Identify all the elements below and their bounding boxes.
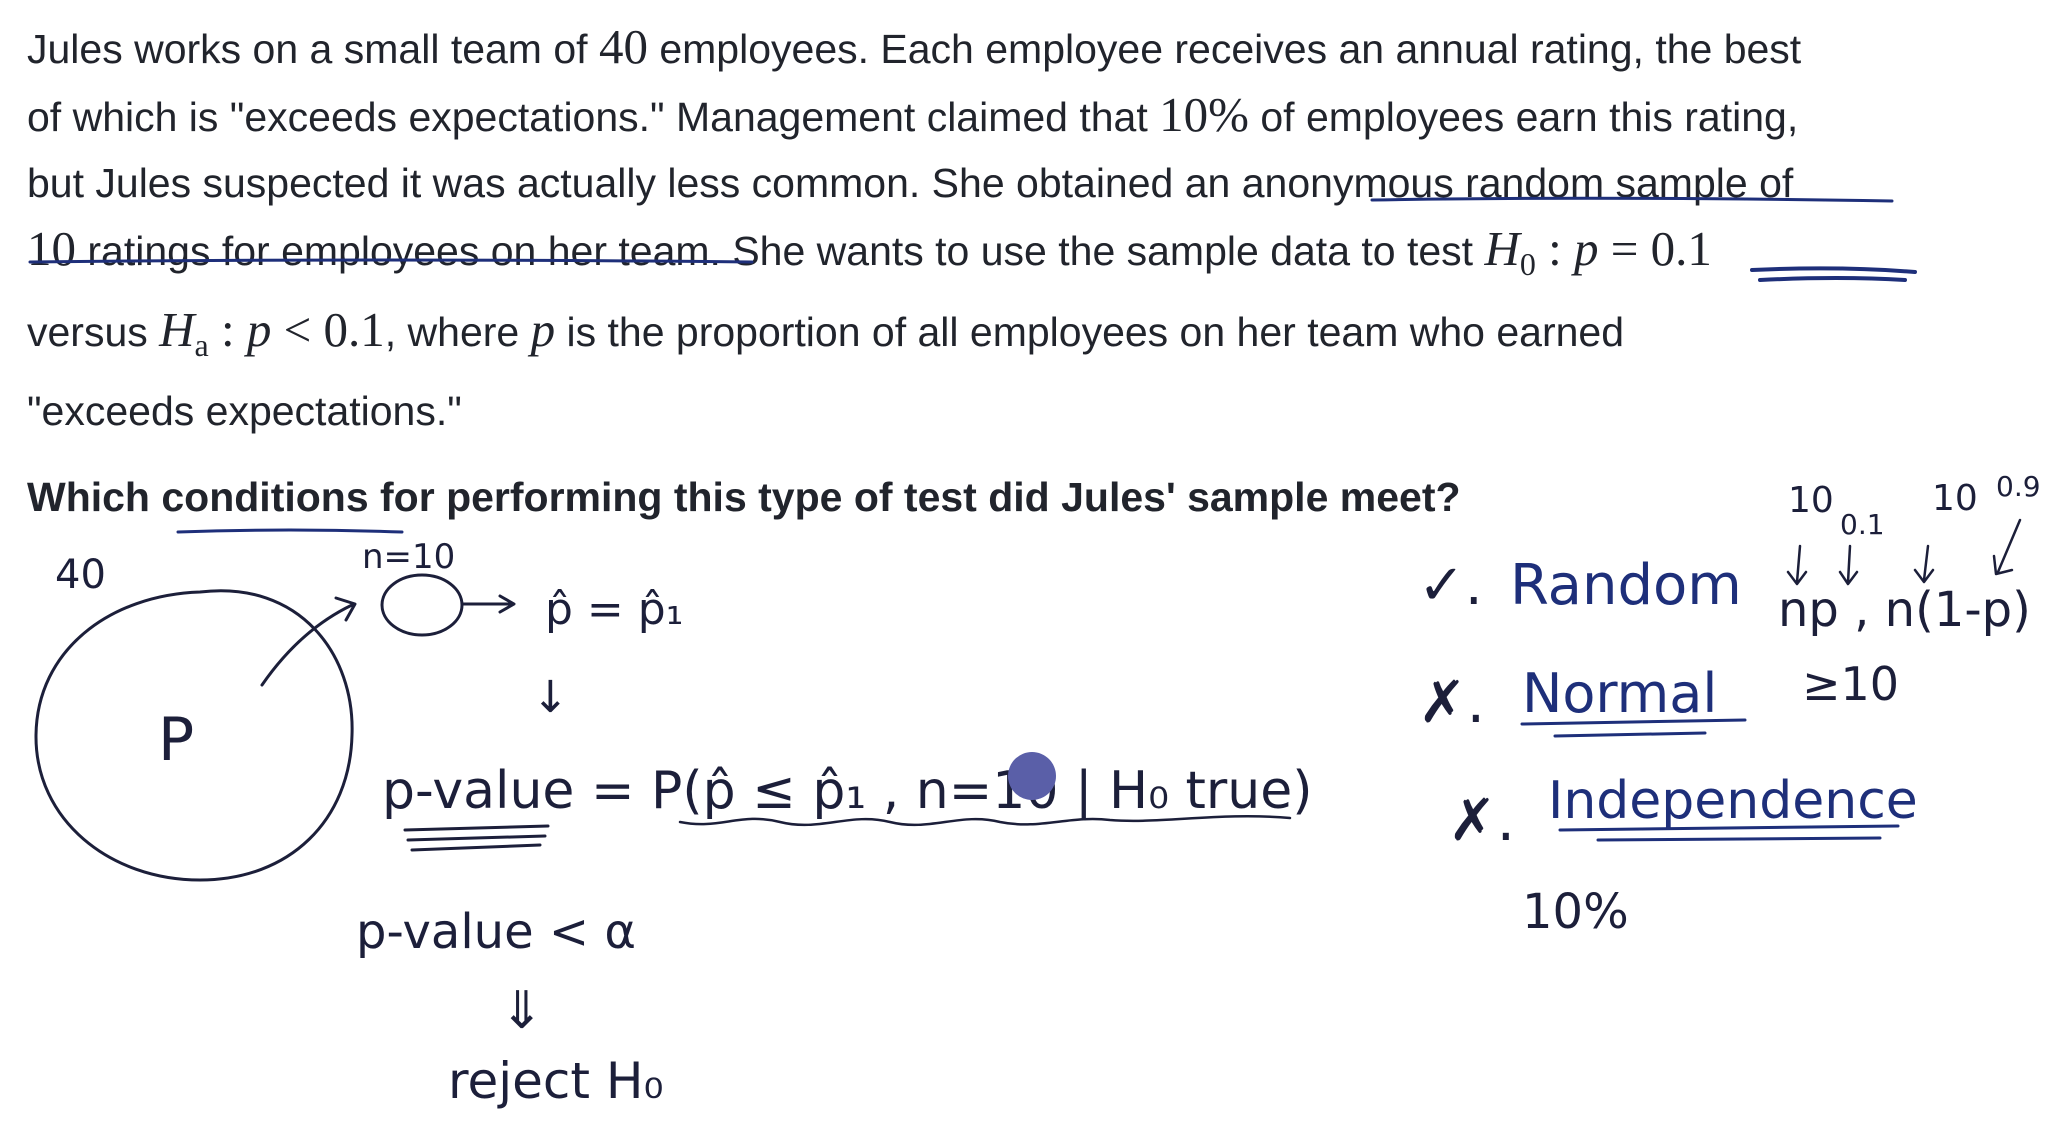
population-size-label: 40 [55,552,106,598]
geq-ten-label: ≥10 [1802,657,1899,711]
cross-normal-icon: ✗. [1418,668,1485,736]
pvalue-scribble-underline [403,824,550,852]
random-condition-label: Random [1510,553,1742,618]
independence-condition-label: Independence [1548,771,1918,831]
top-ten-a: 10 [1788,480,1834,521]
pen-cursor [1008,752,1056,800]
normal-condition-label: Normal [1522,662,1717,725]
top-point-one: 0.1 [1840,508,1885,541]
down-arrow-to-pvalue: ↓ [532,672,569,723]
underline-null-value [1750,266,1917,282]
top-point-nine: 0.9 [1996,470,2041,503]
phat-equation: p̂ = p̂₁ [545,584,683,635]
np-arrows [1786,518,2022,586]
ten-percent-note: 10% [1522,884,1629,940]
underline-anonymous-random-sample [1370,196,1894,203]
pvalue-vs-alpha: p-value < α [356,904,636,960]
reject-null-label: reject H₀ [448,1052,664,1110]
top-ten-b: 10 [1932,478,1978,519]
pvalue-formula: p-value = P(p̂ ≤ p̂₁ , n=10 | H₀ true) [382,761,1313,821]
np-expression: np , n(1-p) [1778,582,2031,638]
arrow-to-phat [460,594,516,614]
handwritten-annotations: 40 P n=10 p̂ = p̂₁ ↓ p-value = P(p̂ ≤ p̂… [28,196,2041,1110]
independence-underline [1558,824,1900,842]
sample-size-label: n=10 [362,537,455,577]
double-down-arrow: ⇓ [500,981,544,1041]
check-random-icon: ✓. [1418,553,1483,618]
population-param-label: P [158,705,194,775]
underline-conditions [176,528,404,534]
cross-independence-icon: ✗. [1448,786,1515,854]
sample-circle [380,573,464,637]
underline-team-ratings [28,258,754,264]
